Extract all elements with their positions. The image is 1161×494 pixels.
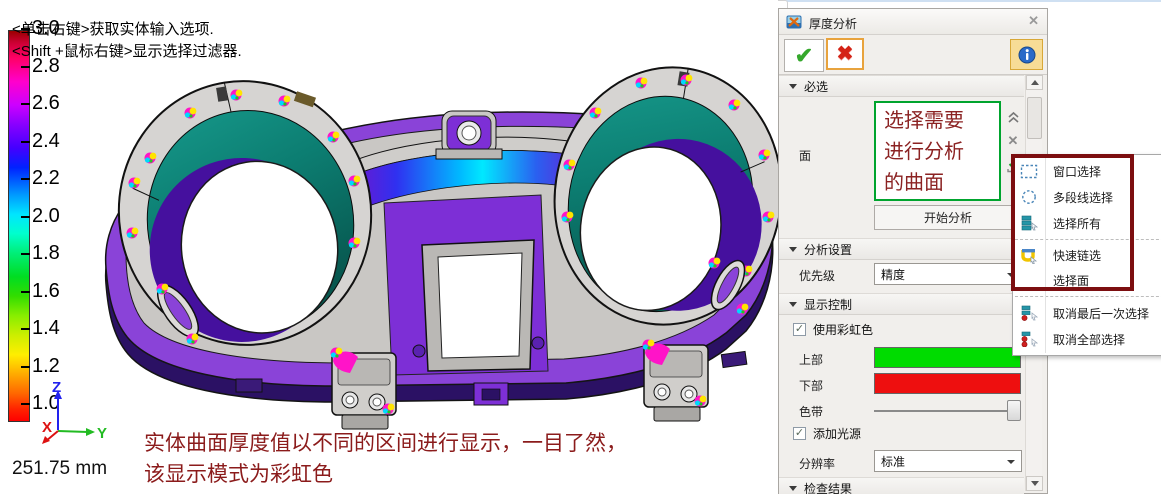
select-all-icon	[1013, 215, 1045, 231]
selection-context-menu: 窗口选择 多段线选择 选择所有 快速链选 选择面	[1012, 154, 1161, 356]
section-analysis-settings[interactable]: 分析设置	[779, 238, 1024, 260]
upper-label: 上部	[799, 351, 823, 368]
application-window: <单击右键>获取实体输入选项. <Shift +鼠标右键>显示选择过滤器. 3.…	[0, 0, 1161, 494]
collapse-triangle-icon	[789, 84, 797, 89]
priority-label: 优先级	[799, 267, 835, 284]
menu-item-quick-chain[interactable]: 快速链选	[1013, 243, 1161, 268]
cancel-button[interactable]: ✖	[826, 38, 864, 70]
menu-separator	[1015, 239, 1161, 240]
section-analysis-label: 分析设置	[804, 241, 852, 258]
collapse-triangle-icon	[789, 302, 797, 307]
menu-item-cancel-last[interactable]: 取消最后一次选择	[1013, 300, 1161, 326]
lower-color-swatch[interactable]	[874, 373, 1021, 394]
upper-color-swatch[interactable]	[874, 347, 1021, 368]
colorbar-tick: 1.8	[21, 241, 60, 265]
priority-dropdown[interactable]: 精度	[874, 263, 1022, 285]
rainbow-checkbox-row: ✓ 使用彩虹色	[793, 321, 873, 338]
thickness-analysis-model[interactable]	[86, 53, 778, 443]
band-slider-track[interactable]	[874, 410, 1007, 412]
section-display-control[interactable]: 显示控制	[779, 293, 1024, 315]
collapse-chevrons-icon[interactable]	[1005, 109, 1021, 125]
resolution-dropdown[interactable]: 标准	[874, 450, 1022, 472]
selection-hint-line3: 的曲面	[884, 168, 999, 199]
rainbow-checkbox-label: 使用彩虹色	[813, 321, 873, 338]
band-slider-handle[interactable]	[1007, 400, 1021, 421]
polyline-select-icon	[1013, 189, 1045, 205]
colorbar-tick: 1.2	[21, 354, 60, 378]
menu-item-select-face[interactable]: 选择面	[1013, 268, 1161, 293]
section-required[interactable]: 必选	[779, 75, 1024, 97]
thickness-analysis-icon	[786, 14, 802, 33]
resolution-value: 标准	[881, 453, 905, 470]
z-axis-label: Z	[52, 380, 61, 396]
y-axis-label: Y	[97, 425, 107, 442]
scale-readout: 251.75 mm	[12, 458, 107, 480]
section-display-label: 显示控制	[804, 296, 852, 313]
light-checkbox-row: ✓ 添加光源	[793, 425, 861, 442]
cancel-all-selections-icon	[1013, 331, 1045, 347]
cancel-last-selection-icon	[1013, 305, 1045, 321]
face-label: 面	[799, 147, 811, 164]
selection-hint-line1: 选择需要	[884, 106, 999, 137]
scrollbar-thumb[interactable]	[1027, 97, 1042, 139]
collapse-triangle-icon	[789, 247, 797, 252]
band-label: 色带	[799, 403, 823, 420]
start-analysis-label: 开始分析	[924, 209, 972, 226]
colorbar-tick: 2.0	[21, 204, 60, 228]
tutorial-annotation-line2: 该显示模式为彩虹色	[144, 458, 333, 488]
x-axis-label: X	[42, 419, 52, 436]
menu-item-polyline-select[interactable]: 多段线选择	[1013, 184, 1161, 210]
check-icon: ✔	[795, 45, 813, 67]
menu-separator	[1015, 296, 1161, 297]
mouse-hint-line2: <Shift +鼠标右键>显示选择过滤器.	[12, 40, 242, 61]
graphics-viewport[interactable]: <单击右键>获取实体输入选项. <Shift +鼠标右键>显示选择过滤器. 3.…	[0, 0, 778, 494]
collapse-triangle-icon	[789, 486, 797, 491]
colorbar-tick: 2.2	[21, 166, 60, 190]
info-icon	[1018, 46, 1036, 64]
priority-value: 精度	[881, 266, 905, 283]
thickness-analysis-dialog: 厚度分析 ✕ ✔ ✖ 必选 面 选择需要 进行分析 的曲面 ✕ 开	[778, 8, 1048, 494]
scroll-down-button[interactable]	[1026, 476, 1043, 491]
colorbar-tick: 2.6	[21, 91, 60, 115]
quick-chain-icon	[1013, 248, 1045, 264]
dialog-titlebar[interactable]: 厚度分析 ✕	[779, 9, 1047, 35]
scroll-up-button[interactable]	[1026, 75, 1043, 90]
dialog-title: 厚度分析	[809, 15, 857, 32]
section-results-label: 检查结果	[804, 480, 852, 494]
light-checkbox-label: 添加光源	[813, 425, 861, 442]
section-check-results[interactable]: 检查结果	[779, 477, 1024, 494]
menu-item-cancel-all[interactable]: 取消全部选择	[1013, 326, 1161, 352]
rainbow-checkbox[interactable]: ✓	[793, 323, 806, 336]
info-button[interactable]	[1010, 39, 1043, 70]
selection-hint-line2: 进行分析	[884, 137, 999, 168]
chevron-down-icon	[1007, 460, 1015, 464]
section-required-label: 必选	[804, 78, 828, 95]
colorbar-tick: 1.4	[21, 316, 60, 340]
ok-button[interactable]: ✔	[784, 39, 824, 72]
mouse-hint-line1: <单击右键>获取实体输入选项.	[12, 18, 214, 39]
lower-label: 下部	[799, 377, 823, 394]
light-checkbox[interactable]: ✓	[793, 427, 806, 440]
face-selection-field[interactable]: 选择需要 进行分析 的曲面	[874, 101, 1001, 201]
window-select-icon	[1013, 164, 1045, 179]
tutorial-annotation-line1: 实体曲面厚度值以不同的区间进行显示，一目了然，	[144, 427, 627, 457]
dialog-action-row: ✔ ✖	[779, 35, 1047, 75]
start-analysis-button[interactable]: 开始分析	[874, 205, 1022, 230]
menu-item-select-all[interactable]: 选择所有	[1013, 210, 1161, 236]
colorbar-tick: 2.4	[21, 129, 60, 153]
clear-selection-icon[interactable]: ✕	[1005, 133, 1021, 149]
colorbar-tick: 1.6	[21, 279, 60, 303]
menu-item-window-select[interactable]: 窗口选择	[1013, 158, 1161, 184]
orientation-triad: Z Y X	[28, 380, 108, 446]
resolution-label: 分辨率	[799, 455, 835, 472]
cross-icon: ✖	[837, 44, 854, 64]
dialog-close-icon[interactable]: ✕	[1028, 13, 1039, 29]
